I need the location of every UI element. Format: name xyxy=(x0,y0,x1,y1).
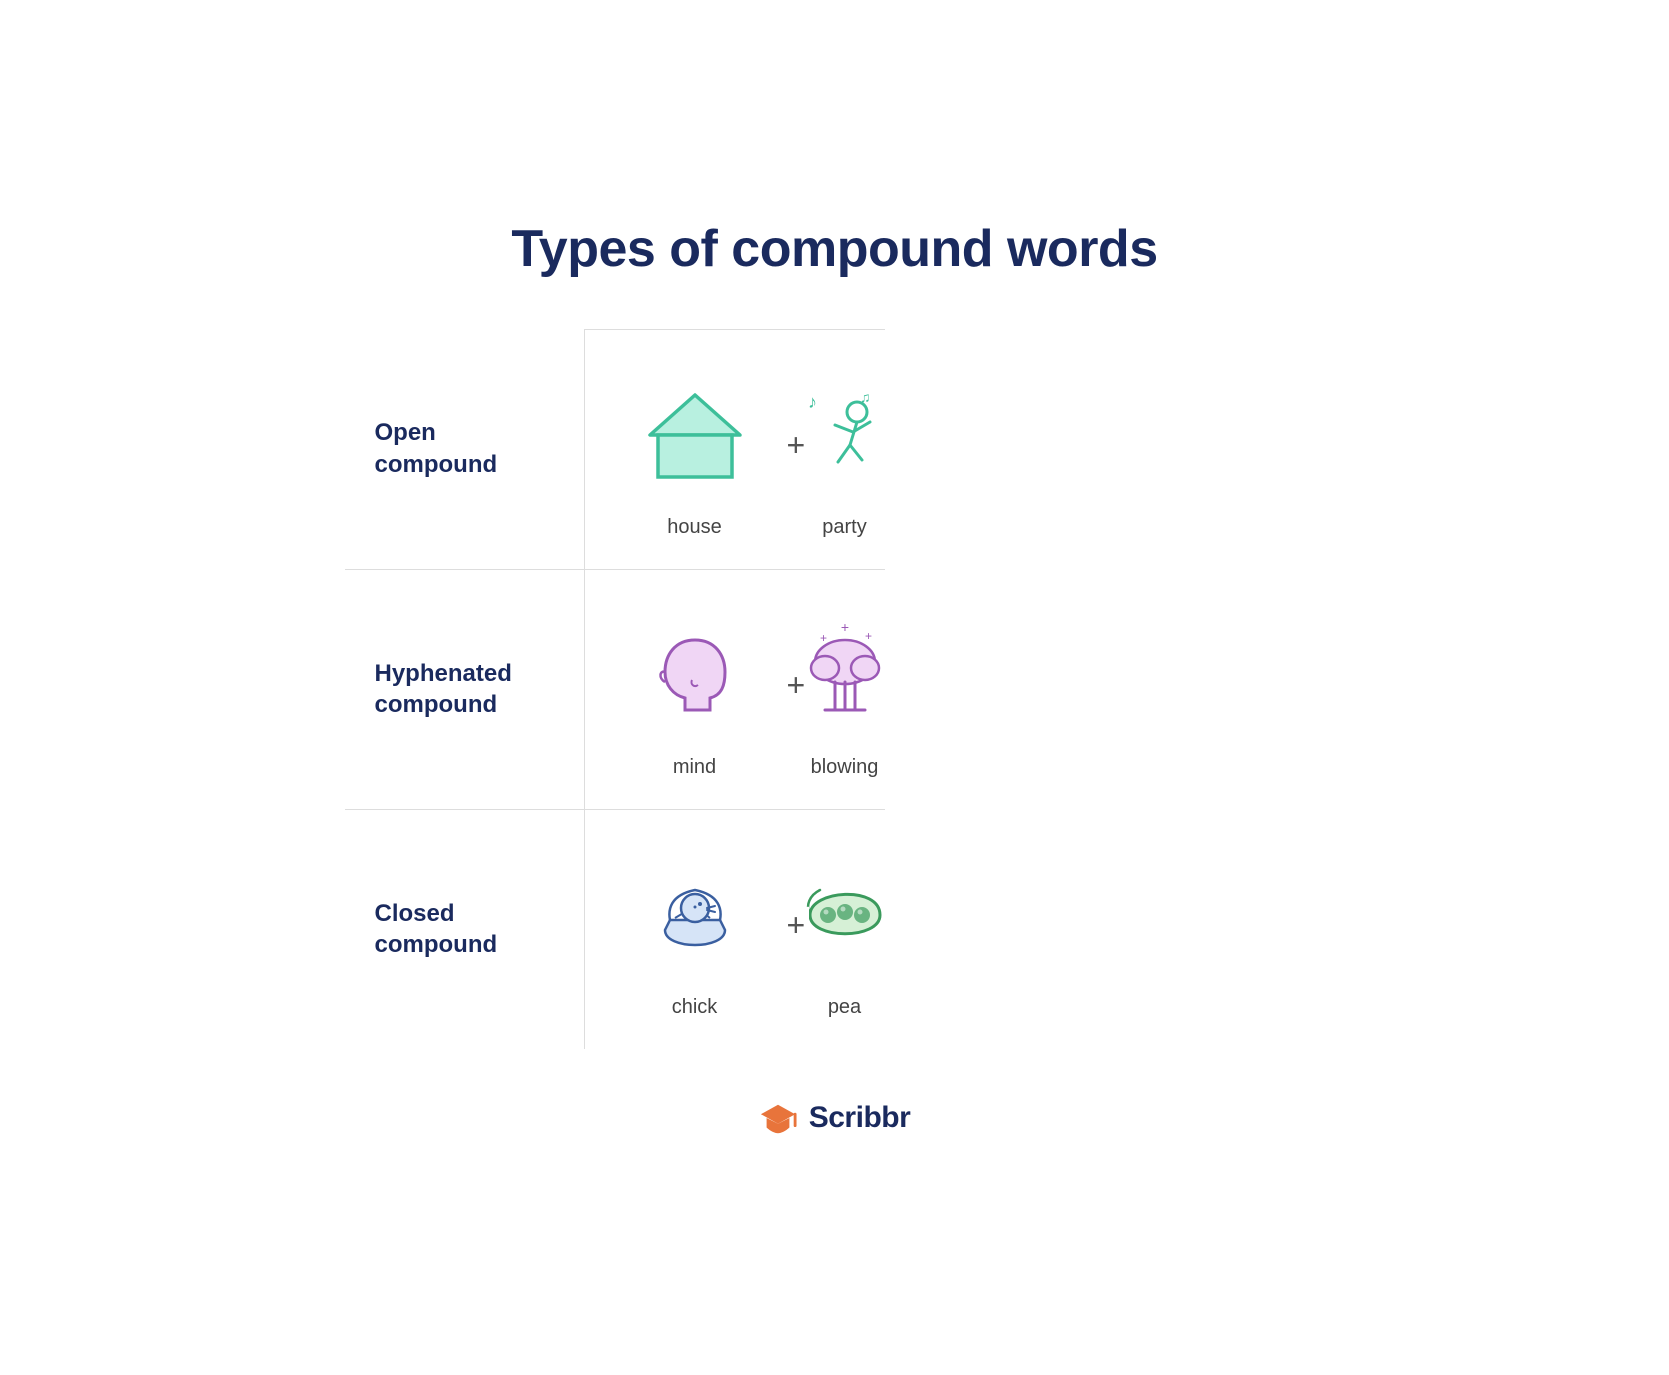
cell-closed-part1: chick xyxy=(585,809,805,1049)
scribbr-brand-name: Scribbr xyxy=(809,1101,911,1135)
plus-closed: + xyxy=(783,907,810,944)
page-title: Types of compound words xyxy=(345,219,1325,279)
pea-label: pea xyxy=(828,996,861,1019)
plus-hyphenated: + xyxy=(783,667,810,704)
cell-closed-part2: + pea xyxy=(805,809,885,1049)
open-compound-label: Open compound xyxy=(375,417,554,479)
svg-text:+: + xyxy=(865,629,872,643)
house-icon xyxy=(640,380,750,490)
label-closed: Closed compound xyxy=(345,809,585,1049)
main-container: Types of compound words Open compound ho… xyxy=(285,179,1385,1197)
cell-open-part1: house xyxy=(585,329,805,569)
house-icon-wrap xyxy=(640,370,750,500)
hyphenated-compound-label: Hyphenated compound xyxy=(375,658,554,720)
party-label: party xyxy=(822,516,866,539)
svg-text:♪: ♪ xyxy=(808,392,817,412)
mind-icon xyxy=(640,620,750,730)
closed-compound-label: Closed compound xyxy=(375,898,554,960)
cell-hyphenated-part2: + + + + xyxy=(805,569,885,809)
mind-label: mind xyxy=(673,756,716,779)
house-label: house xyxy=(667,516,722,539)
mind-icon-wrap xyxy=(640,610,750,740)
blowing-label: blowing xyxy=(811,756,879,779)
scribbr-logo-icon xyxy=(759,1099,797,1137)
svg-text:+: + xyxy=(820,631,827,645)
chick-label: chick xyxy=(672,996,718,1019)
label-open: Open compound xyxy=(345,329,585,569)
plus-open: + xyxy=(783,427,810,464)
label-hyphenated: Hyphenated compound xyxy=(345,569,585,809)
footer: Scribbr xyxy=(345,1099,1325,1137)
cell-open-part2: + ♪ ♫ xyxy=(805,329,885,569)
chick-icon-wrap xyxy=(640,850,750,980)
compound-words-grid: Open compound house + ♪ ♫ xyxy=(345,329,1325,1049)
svg-text:+: + xyxy=(840,620,848,635)
cell-hyphenated-part1: mind xyxy=(585,569,805,809)
chick-icon xyxy=(640,860,750,970)
